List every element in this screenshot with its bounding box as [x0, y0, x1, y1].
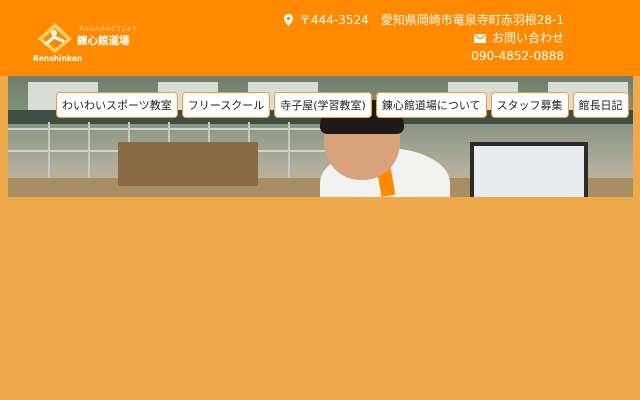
phone-number: 090-4852-0888 — [471, 49, 564, 63]
logo-name: 錬心館道場 — [77, 35, 130, 47]
address-text: 愛知県岡崎市竜泉寺町赤羽根28-1 — [380, 13, 564, 27]
site-logo[interactable]: れんしんかんどうじょう 錬心館道場 Renshinkan — [33, 20, 137, 64]
nav-item-director-diary[interactable]: 館長日記 — [572, 92, 629, 118]
site-header: れんしんかんどうじょう 錬心館道場 Renshinkan 〒444-3524 愛… — [0, 0, 640, 76]
logo-sub-text: れんしんかんどうじょう — [79, 26, 138, 32]
logo-mark-icon — [38, 23, 72, 53]
hero-vaulting-box — [118, 142, 258, 186]
nav-item-free-school[interactable]: フリースクール — [181, 92, 271, 118]
address-line: 〒444-3524 愛知県岡崎市竜泉寺町赤羽根28-1 — [283, 11, 564, 29]
envelope-icon — [473, 33, 486, 43]
inquiry-label: お問い合わせ — [491, 31, 564, 45]
map-pin-icon — [283, 14, 293, 26]
logo-roman: Renshinkan — [33, 54, 83, 63]
nav-item-recruit[interactable]: スタッフ募集 — [490, 92, 569, 118]
phone-link[interactable]: 090-4852-0888 — [284, 47, 564, 65]
contact-block: 〒444-3524 愛知県岡崎市竜泉寺町赤羽根28-1 お問い合わせ 090-4… — [283, 11, 564, 65]
nav-item-about-dojo[interactable]: 錬心館道場について — [375, 92, 487, 118]
zip-code: 〒444-3524 — [298, 13, 369, 27]
nav-item-terakoya[interactable]: 寺子屋(学習教室) — [274, 92, 372, 118]
nav-item-sports-class[interactable]: わいわいスポーツ教室 — [56, 92, 178, 118]
hero-backboard — [470, 142, 588, 197]
inquiry-link[interactable]: お問い合わせ — [284, 29, 564, 47]
main-nav: わいわいスポーツ教室 フリースクール 寺子屋(学習教室) 錬心館道場について ス… — [56, 92, 633, 118]
